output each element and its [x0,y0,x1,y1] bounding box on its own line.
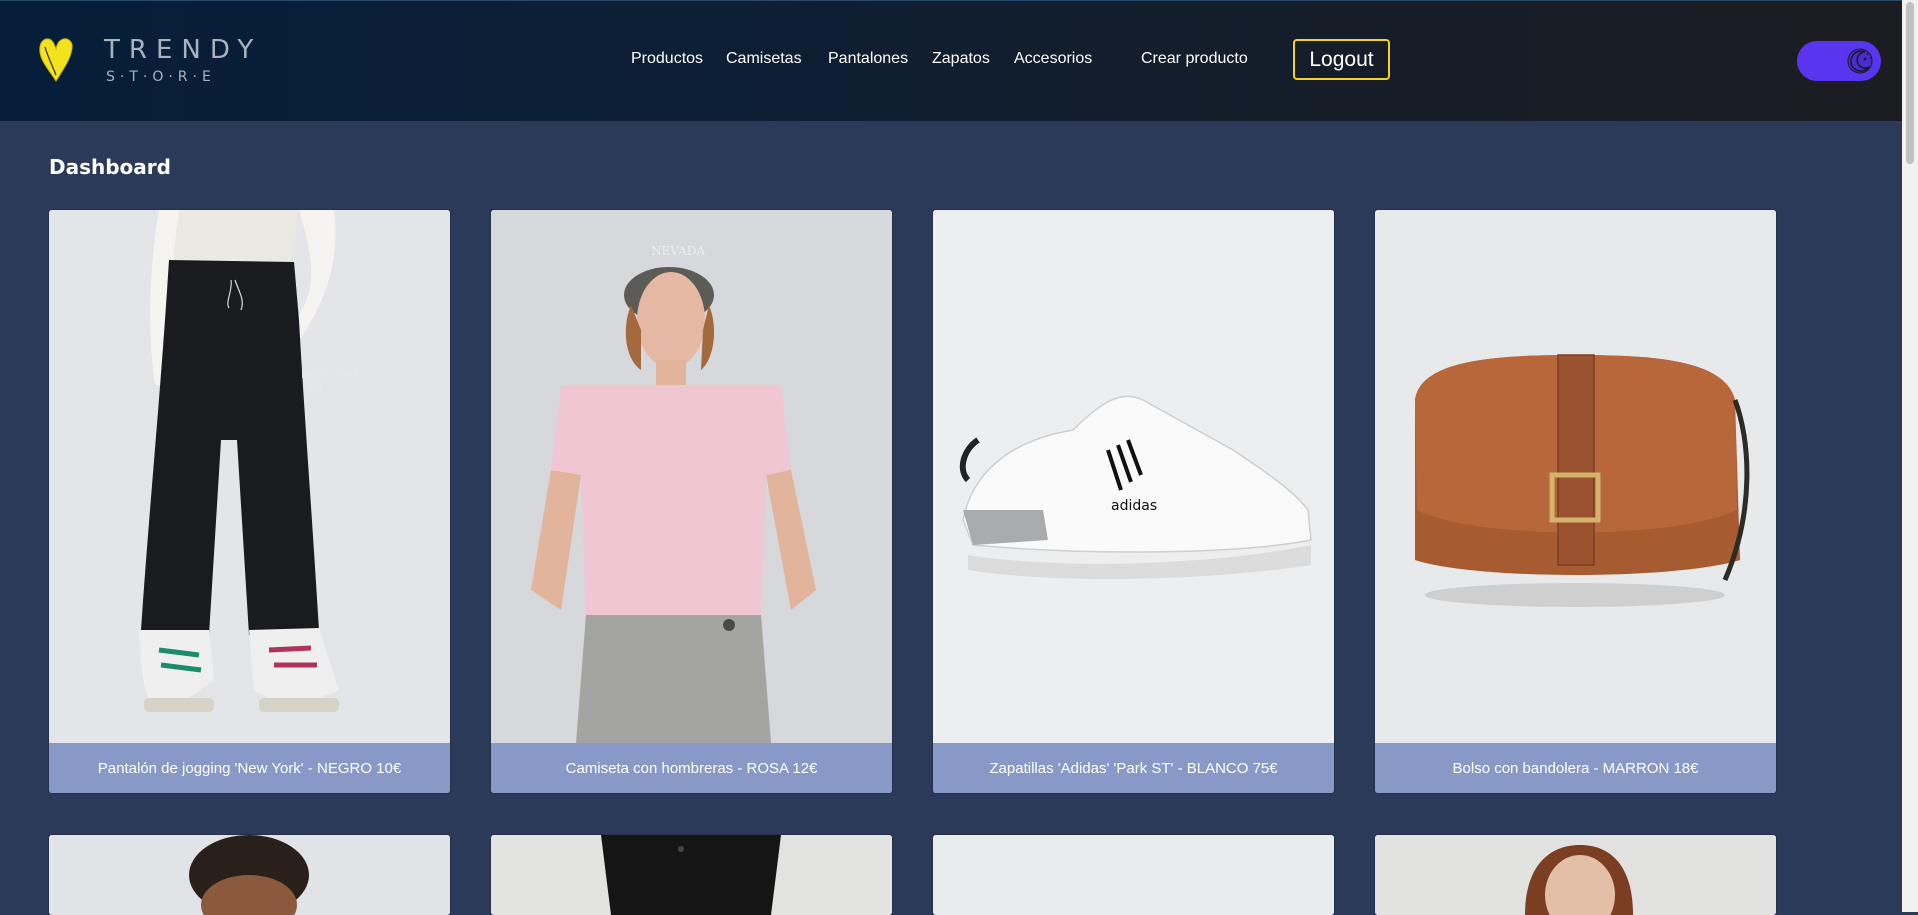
product-card-row2-4[interactable] [1375,835,1776,915]
moon-icon [1847,48,1873,74]
nav-crear-producto[interactable]: Crear producto [1141,50,1248,68]
product-card-row2-1[interactable] [49,835,450,915]
logout-button[interactable]: Logout [1293,39,1390,80]
scrollbar-thumb[interactable] [1906,2,1914,164]
svg-text:adidas: adidas [1111,498,1157,514]
product-image-row2-2 [491,835,892,915]
product-image-camiseta: NEVADA [491,210,892,743]
product-card-zapatillas[interactable]: adidas Zapatillas 'Adidas' 'Park ST' - B… [933,210,1334,793]
nav-pantalones[interactable]: Pantalones [828,50,908,68]
theme-toggle[interactable] [1797,41,1881,81]
svg-text:89: 89 [307,381,322,395]
product-card-camiseta[interactable]: NEVADA Camiseta con hombreras - ROSA 12€ [491,210,892,793]
product-caption: Bolso con bandolera - MARRON 18€ [1375,743,1776,793]
brand-name: TRENDY [104,35,263,65]
page-title: Dashboard [49,155,171,180]
nav-productos[interactable]: Productos [631,50,703,68]
product-card-bolso[interactable]: Bolso con bandolera - MARRON 18€ [1375,210,1776,793]
product-card-row2-2[interactable] [491,835,892,915]
product-image-row2-3 [933,835,1334,915]
brand-subtitle: S·T·O·R·E [106,69,216,85]
product-image-bolso [1375,210,1776,743]
product-caption: Zapatillas 'Adidas' 'Park ST' - BLANCO 7… [933,743,1334,793]
nav-camisetas[interactable]: Camisetas [726,50,802,68]
product-caption: Camiseta con hombreras - ROSA 12€ [491,743,892,793]
svg-text:NEVADA: NEVADA [651,244,705,258]
product-image-pantalon: NEW YORK 89 [49,210,450,743]
product-caption: Pantalón de jogging 'New York' - NEGRO 1… [49,743,450,793]
nav-accesorios[interactable]: Accesorios [1014,50,1092,68]
nav-zapatos[interactable]: Zapatos [932,50,990,68]
product-image-row2-4 [1375,835,1776,915]
product-image-zapatillas: adidas [933,210,1334,743]
product-card-row2-3[interactable] [933,835,1334,915]
brand-logo[interactable]: TRENDY S·T·O·R·E [36,31,256,91]
heart-logo-icon [39,38,73,82]
top-navbar: TRENDY S·T·O·R·E Productos Camisetas Pan… [0,0,1902,121]
page-scrollbar[interactable] [1902,0,1918,912]
product-card-pantalon[interactable]: NEW YORK 89 Pantalón de jogging 'New Yor… [49,210,450,793]
product-image-row2-1 [49,835,450,915]
svg-text:NEW YORK: NEW YORK [301,368,361,381]
